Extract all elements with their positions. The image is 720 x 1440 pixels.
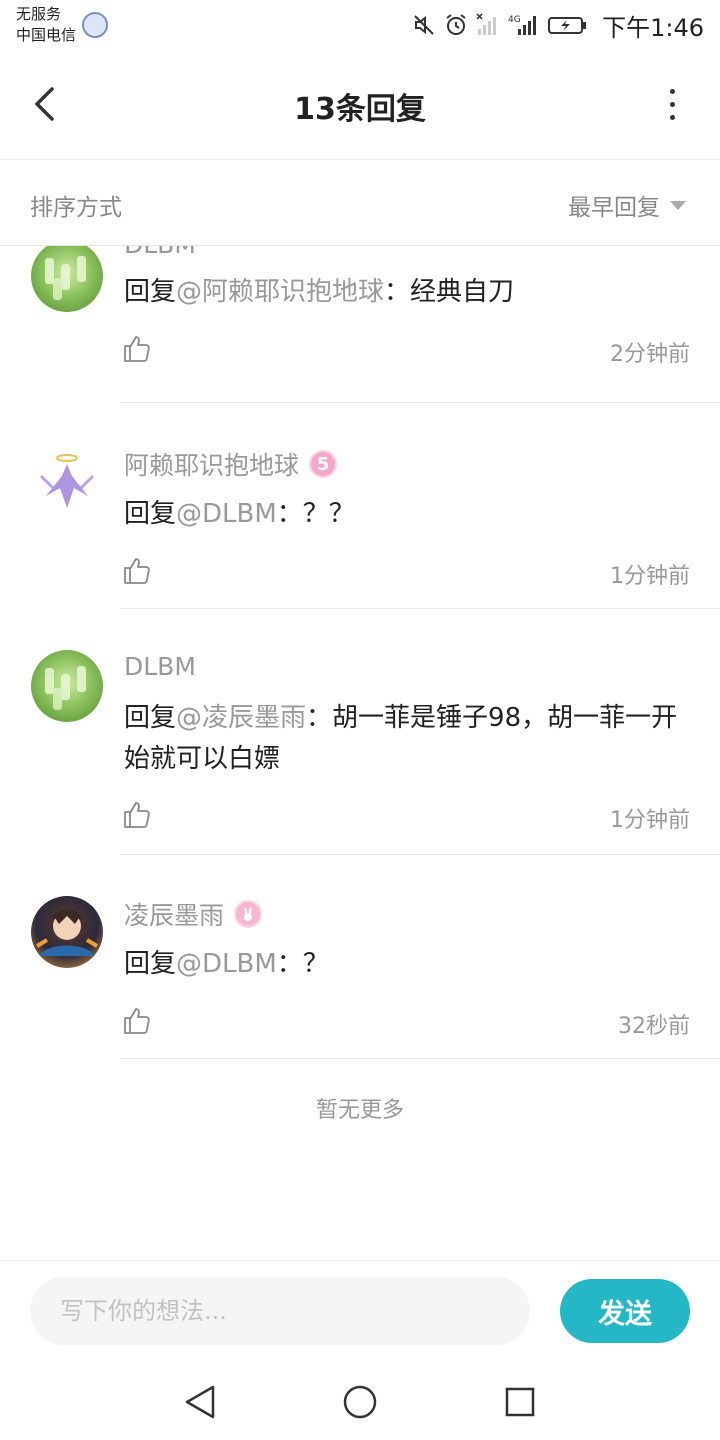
- like-button[interactable]: [122, 556, 152, 586]
- more-options-button[interactable]: [660, 86, 684, 122]
- reply-prefix: 回复: [124, 277, 177, 307]
- sort-label: 排序方式: [30, 195, 122, 221]
- like-button[interactable]: [122, 800, 152, 830]
- mention-link[interactable]: @DLBM: [176, 949, 277, 979]
- sort-dropdown[interactable]: 最早回复: [568, 188, 686, 222]
- divider: [120, 402, 720, 403]
- reply-list: DLBM 回复@阿赖耶识抱地球：经典自刀 2分钟前 阿赖耶识抱地球 5 回复@D…: [0, 246, 720, 1260]
- mute-icon: [414, 15, 434, 35]
- thumbs-up-icon: [124, 558, 150, 584]
- author-name: DLBM: [124, 652, 196, 681]
- reply-text: 回复@阿赖耶识抱地球：经典自刀: [124, 272, 694, 313]
- circle-home-icon: [343, 1385, 377, 1419]
- reply-timestamp: 1分钟前: [610, 564, 690, 589]
- app-notification-icon: [82, 12, 108, 38]
- reply-text: 回复@DLBM：？: [124, 944, 694, 985]
- comment-composer: 发送: [0, 1260, 720, 1364]
- battery-charging-icon: [548, 17, 587, 34]
- carrier-line-1: 无服务: [16, 5, 62, 23]
- author-name: DLBM: [124, 246, 196, 259]
- status-icons: 4G 下午1:46: [412, 10, 704, 42]
- carrier-line-2: 中国电信: [16, 26, 77, 44]
- triangle-back-icon: [185, 1385, 215, 1419]
- mention-link[interactable]: @阿赖耶识抱地球: [176, 277, 384, 307]
- reply-timestamp: 2分钟前: [610, 342, 690, 367]
- signal-empty-icon: [476, 13, 497, 35]
- avatar-image: [39, 454, 95, 508]
- status-bar: 无服务 中国电信 4G 下午1:46: [0, 0, 720, 50]
- alarm-icon: [446, 14, 466, 35]
- reply-author[interactable]: 凌辰墨雨: [124, 896, 263, 932]
- mention-link[interactable]: @凌辰墨雨: [176, 703, 306, 733]
- bunny-icon: [244, 907, 253, 921]
- reply-prefix: 回复: [124, 499, 177, 529]
- bunny-badge-icon: [234, 900, 263, 928]
- divider: [120, 608, 720, 609]
- sort-selected-value: 最早回复: [568, 195, 660, 221]
- comment-input[interactable]: [30, 1277, 530, 1345]
- avatar-image: [35, 909, 99, 956]
- page-header: 13条回复: [0, 50, 720, 160]
- clock: 下午1:46: [602, 13, 704, 42]
- reply-author[interactable]: 阿赖耶识抱地球 5: [124, 446, 338, 482]
- reply-prefix: 回复: [124, 703, 177, 733]
- svg-text:4G: 4G: [508, 15, 521, 25]
- reply-author[interactable]: DLBM: [124, 246, 196, 259]
- thumbs-up-icon: [124, 802, 150, 828]
- thumbs-up-icon: [124, 1008, 150, 1034]
- system-nav-bar: [0, 1364, 720, 1440]
- sort-bar: 排序方式 最早回复: [0, 160, 720, 246]
- avatar[interactable]: [31, 446, 103, 518]
- nav-recents-button[interactable]: [498, 1380, 542, 1424]
- reply-body: ：？？: [276, 499, 355, 529]
- page-title: 13条回复: [294, 92, 426, 127]
- vertical-dots-icon: [669, 88, 675, 94]
- reply-body: ：经典自刀: [384, 277, 515, 307]
- divider: [120, 854, 720, 855]
- author-name: 凌辰墨雨: [124, 901, 225, 930]
- level-badge: 5: [309, 450, 338, 478]
- reply-body: ：？: [276, 949, 329, 979]
- like-button[interactable]: [122, 1006, 152, 1036]
- end-of-list-note: 暂无更多: [315, 1098, 404, 1123]
- send-button[interactable]: 发送: [560, 1279, 690, 1343]
- square-recents-icon: [505, 1387, 535, 1417]
- reply-timestamp: 32秒前: [618, 1014, 690, 1039]
- reply-timestamp: 1分钟前: [610, 808, 690, 833]
- reply-text: 回复@凌辰墨雨：胡一菲是锤子98，胡一菲一开始就可以白嫖: [124, 698, 694, 780]
- divider: [120, 1058, 720, 1059]
- author-name: 阿赖耶识抱地球: [124, 451, 300, 480]
- like-button[interactable]: [122, 334, 152, 364]
- reply-author[interactable]: DLBM: [124, 652, 196, 681]
- vertical-dots-icon-dot: [669, 114, 675, 120]
- avatar-image: [45, 666, 86, 710]
- reply-prefix: 回复: [124, 949, 177, 979]
- caret-down-icon: [670, 200, 686, 210]
- avatar[interactable]: [31, 650, 103, 722]
- avatar-image: [45, 256, 86, 300]
- thumbs-up-icon: [124, 336, 150, 362]
- signal-4g-icon: 4G: [508, 15, 537, 35]
- avatar[interactable]: [31, 896, 103, 968]
- reply-text: 回复@DLBM：？？: [124, 494, 694, 535]
- carrier-info: 无服务 中国电信: [16, 4, 76, 46]
- vertical-dots-icon-dot: [669, 101, 675, 107]
- nav-back-button[interactable]: [178, 1380, 222, 1424]
- nav-home-button[interactable]: [338, 1380, 382, 1424]
- mention-link[interactable]: @DLBM: [176, 499, 277, 529]
- avatar[interactable]: [31, 246, 103, 312]
